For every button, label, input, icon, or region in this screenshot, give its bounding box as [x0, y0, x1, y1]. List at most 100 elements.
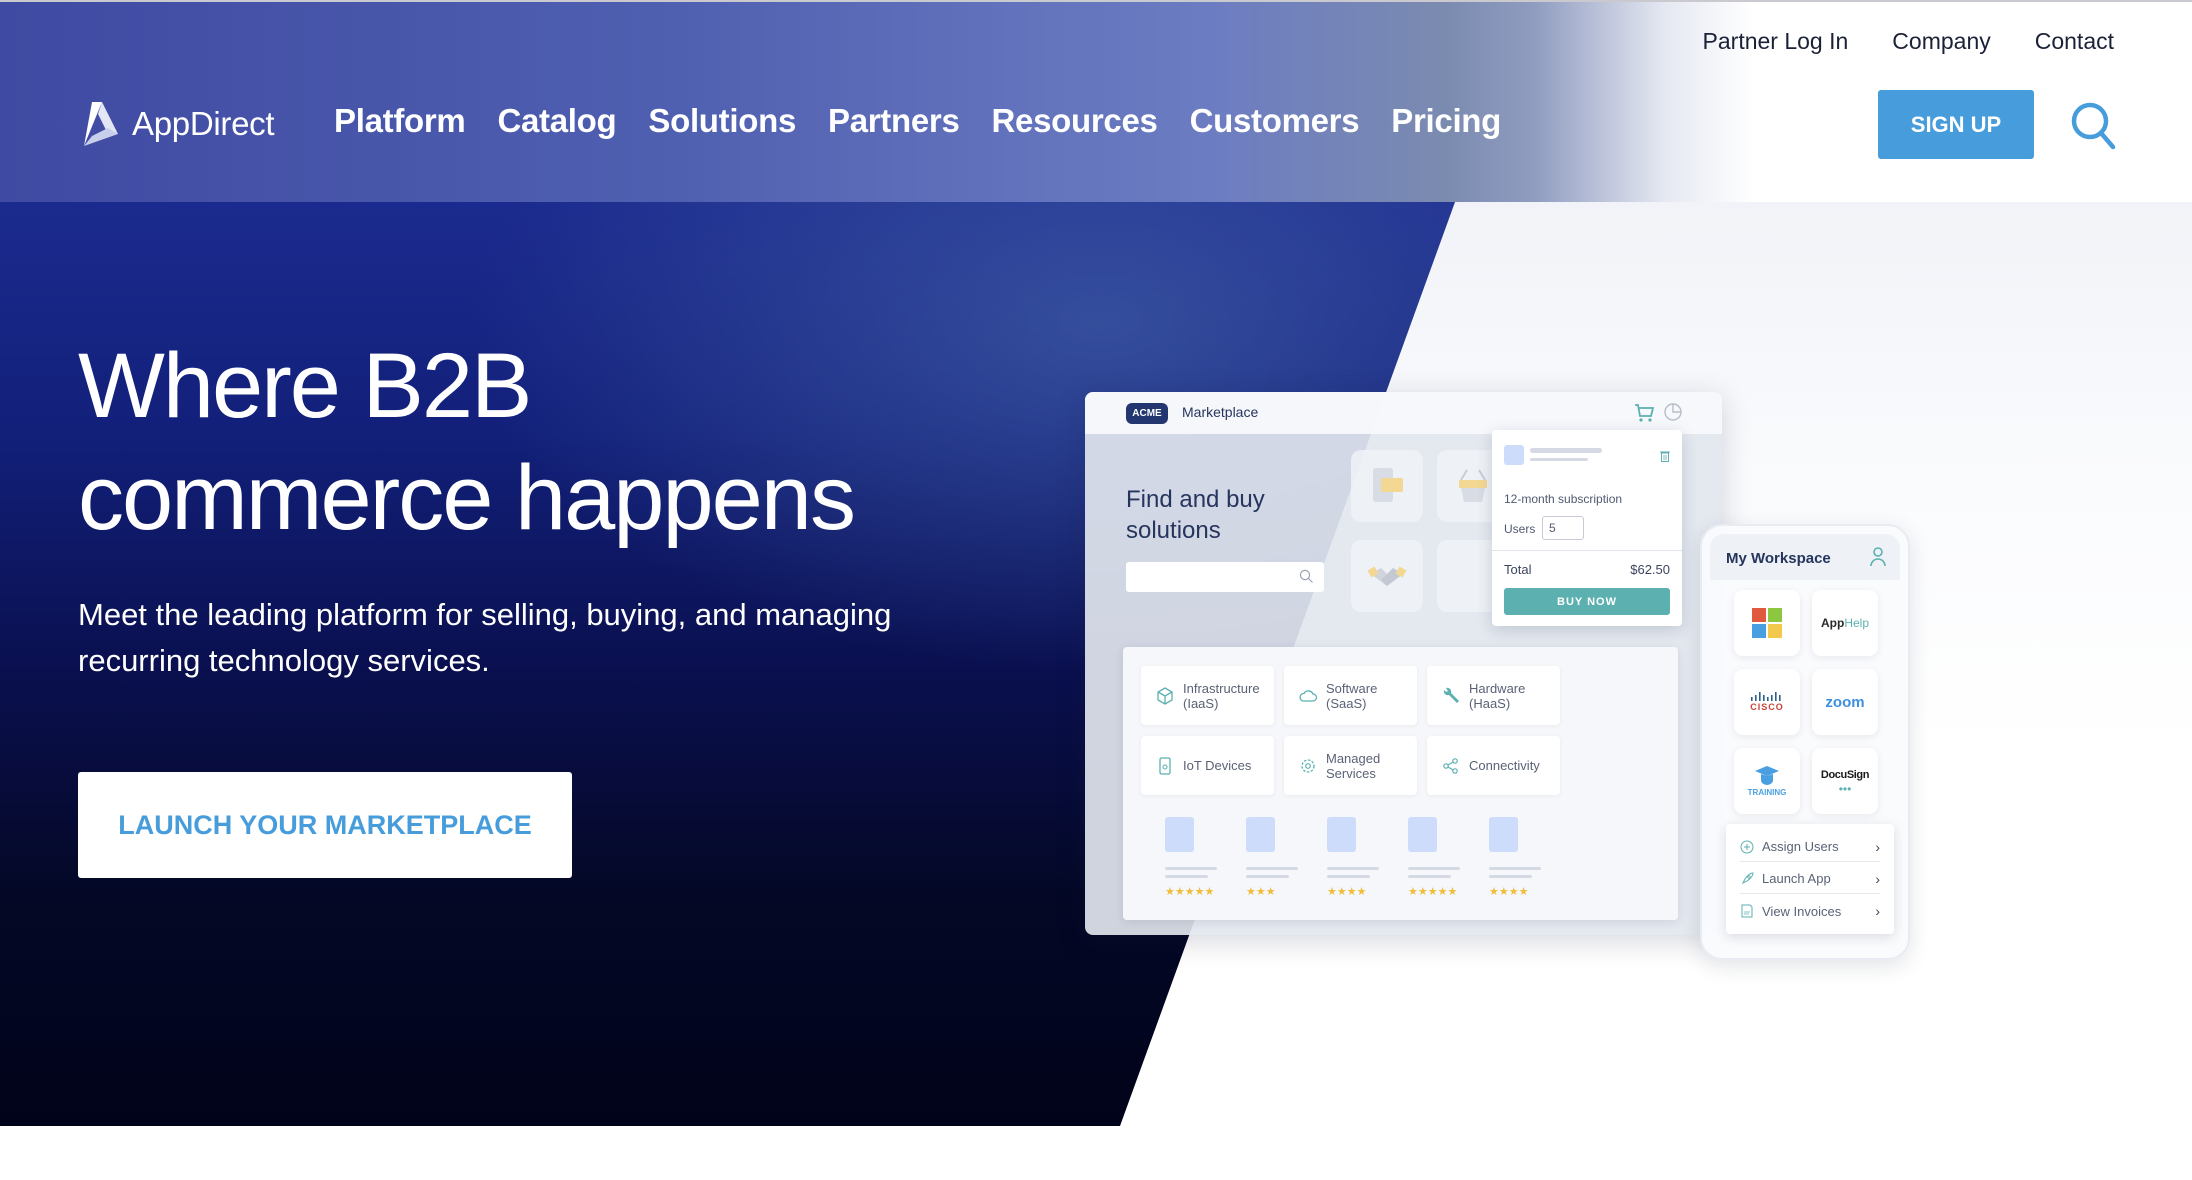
nav-item-pricing[interactable]: Pricing [1391, 102, 1501, 140]
hero-title: Where B2B commerce happens [78, 330, 856, 554]
buy-now-button[interactable]: BUY NOW [1504, 588, 1670, 615]
logo-text: AppDirect [132, 105, 275, 142]
star-rating: ★★★★ [1489, 886, 1529, 898]
mockup-search-input[interactable] [1126, 562, 1324, 592]
star-rating: ★★★★★ [1408, 886, 1458, 898]
hero-subtitle-line-2: recurring technology services. [78, 643, 490, 678]
search-icon [2071, 102, 2116, 150]
category-managed-services[interactable]: Managed Services [1284, 736, 1417, 795]
tile-handshake [1351, 540, 1423, 612]
category-label: Managed Services [1326, 750, 1381, 781]
menu-item-label: View Invoices [1762, 903, 1842, 919]
menu-item-view-invoices[interactable]: View Invoices › [1740, 896, 1880, 926]
hero-subtitle-line-1: Meet the leading platform for selling, b… [78, 597, 892, 632]
reports-icon [1664, 403, 1682, 421]
menu-item-launch-app[interactable]: Launch App › [1740, 864, 1880, 894]
product-thumbnail [1408, 817, 1437, 852]
docusign-logo-text: DocuSign [1820, 769, 1870, 781]
product-card[interactable]: ★★★★★ [1404, 817, 1464, 898]
partner-login-link[interactable]: Partner Log In [1703, 28, 1849, 55]
placeholder-line [1530, 448, 1602, 453]
placeholder-line [1489, 875, 1532, 878]
nav-item-partners[interactable]: Partners [828, 102, 960, 140]
category-label: Software (SaaS) [1326, 680, 1378, 711]
chevron-right-icon: › [1875, 903, 1880, 919]
trash-icon[interactable] [1660, 450, 1670, 462]
subscription-label: 12-month subscription [1504, 492, 1623, 506]
logo[interactable]: AppDirect [78, 98, 275, 150]
category-infrastructure[interactable]: Infrastructure (IaaS) [1141, 666, 1274, 725]
placeholder-line [1489, 867, 1541, 870]
app-cisco[interactable]: CISCO [1734, 669, 1800, 735]
category-connectivity[interactable]: Connectivity [1427, 736, 1560, 795]
cart-icon [1635, 404, 1655, 422]
find-title-line-1: Find and buy [1126, 486, 1265, 513]
mobile-payment-icon [1373, 468, 1403, 502]
menu-item-label: Launch App [1762, 871, 1831, 886]
product-card[interactable]: ★★★★ [1485, 817, 1545, 898]
share-icon [1443, 757, 1458, 774]
category-hardware[interactable]: Hardware (HaaS) [1427, 666, 1560, 725]
total-value: $62.50 [1630, 562, 1670, 577]
placeholder-line [1530, 458, 1588, 461]
product-thumbnail [1165, 817, 1194, 852]
hero-subtitle: Meet the leading platform for selling, b… [78, 592, 958, 684]
category-software[interactable]: Software (SaaS) [1284, 666, 1417, 725]
marketplace-mockup: ACME Marketplace Find and buy solutions [1085, 392, 1722, 935]
product-thumbnail [1246, 817, 1275, 852]
placeholder-line [1165, 867, 1217, 870]
cube-icon [1157, 686, 1173, 705]
nav-item-resources[interactable]: Resources [992, 102, 1158, 140]
star-rating: ★★★ [1246, 886, 1276, 898]
app-training[interactable]: TRAINING [1734, 748, 1800, 814]
nav-item-catalog[interactable]: Catalog [497, 102, 616, 140]
category-label: Connectivity [1469, 758, 1540, 773]
hero-section: Where B2B commerce happens Meet the lead… [0, 202, 2192, 1126]
star-rating: ★★★★ [1327, 886, 1367, 898]
app-docusign[interactable]: DocuSign ••• [1812, 748, 1878, 814]
product-card[interactable]: ★★★ [1242, 817, 1302, 898]
placeholder-line [1408, 875, 1451, 878]
app-actions-menu: Assign Users › Launch App › View Invoice… [1726, 824, 1894, 934]
top-strip [0, 0, 2192, 2]
placeholder-line [1408, 867, 1460, 870]
category-iot[interactable]: IoT Devices [1141, 736, 1274, 795]
plus-circle-icon [1740, 840, 1754, 853]
nav-item-solutions[interactable]: Solutions [648, 102, 796, 140]
category-label: Infrastructure (IaaS) [1183, 680, 1260, 711]
placeholder-line [1327, 875, 1370, 878]
find-title-line-2: solutions [1126, 517, 1221, 544]
invoice-icon [1741, 904, 1753, 918]
company-link[interactable]: Company [1892, 28, 1990, 55]
app-zoom[interactable]: zoom [1812, 669, 1878, 735]
search-button[interactable] [2068, 98, 2120, 154]
nav-item-platform[interactable]: Platform [334, 102, 466, 140]
users-input[interactable]: 5 [1542, 516, 1584, 540]
star-rating: ★★★★★ [1165, 886, 1215, 898]
nav-item-customers[interactable]: Customers [1190, 102, 1360, 140]
more-options-icon[interactable]: ••• [1839, 783, 1852, 795]
placeholder-line [1246, 875, 1289, 878]
handshake-icon [1367, 566, 1407, 586]
chevron-right-icon: › [1875, 870, 1880, 887]
category-label: IoT Devices [1183, 758, 1252, 773]
category-label: Hardware (HaaS) [1469, 680, 1526, 711]
launch-marketplace-button[interactable]: LAUNCH YOUR MARKETPLACE [78, 772, 572, 878]
product-thumbnail [1489, 817, 1518, 852]
user-icon[interactable] [1868, 546, 1888, 568]
cloud-icon [1299, 689, 1318, 702]
menu-item-assign-users[interactable]: Assign Users › [1740, 832, 1880, 862]
contact-link[interactable]: Contact [2035, 28, 2114, 55]
graduation-cap-icon [1755, 765, 1779, 785]
utility-nav: Partner Log In Company Contact [1659, 28, 2114, 55]
app-microsoft[interactable] [1734, 590, 1800, 656]
sign-up-button[interactable]: SIGN UP [1878, 90, 2034, 159]
cisco-logo-text: CISCO [1750, 702, 1784, 712]
product-card[interactable]: ★★★★ [1323, 817, 1383, 898]
product-thumbnail [1504, 445, 1524, 465]
wrench-icon [1443, 687, 1459, 703]
app-apphelp[interactable]: AppHelp [1812, 590, 1878, 656]
product-card[interactable]: ★★★★★ [1161, 817, 1221, 898]
search-icon [1299, 569, 1313, 583]
training-label: TRAINING [1747, 787, 1787, 797]
